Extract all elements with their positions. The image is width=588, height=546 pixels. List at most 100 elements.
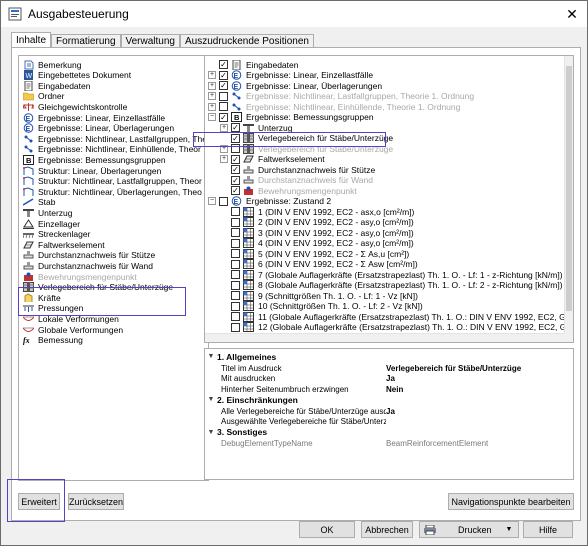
palette-item[interactable]: Ergebnisse: Nichtlinear, Lastfallgruppen… (23, 133, 208, 144)
palette-item[interactable]: Pressungen (23, 303, 83, 314)
palette-item[interactable]: Struktur: Nichtlinear, Überlagerungen, T… (23, 186, 202, 197)
expand-icon[interactable]: + (220, 144, 228, 153)
palette-item[interactable]: Durchstanznachweis für Wand (23, 260, 153, 271)
tree-checkbox[interactable]: ✓ (219, 70, 228, 80)
expand-icon[interactable]: + (208, 71, 216, 79)
palette-item[interactable]: W Eingebettetes Dokument (23, 70, 131, 81)
tab-auszudruckende-positionen[interactable]: Auszudruckende Positionen (179, 34, 314, 48)
tree-item[interactable]: ✓ Durchstanznachweis für Wand (220, 175, 373, 186)
tree-vscrollbar[interactable] (564, 56, 573, 334)
palette-item[interactable]: Streckenlager (22, 229, 90, 240)
tree-item[interactable]: 12 (Globale Auflagerkräfte (Ersatzstrape… (220, 322, 573, 333)
tree-checkbox[interactable] (231, 228, 240, 237)
palette-item[interactable]: Lokale Verformungen (22, 313, 119, 324)
property-value[interactable]: BeamReinforcementElement (386, 439, 488, 448)
tree-checkbox[interactable] (219, 102, 228, 111)
palette-item[interactable]: Gleichgewichtskontrolle (22, 101, 127, 112)
tree-checkbox[interactable] (231, 322, 240, 332)
expand-icon[interactable]: + (208, 92, 216, 100)
property-row[interactable]: Titel im Ausdruck Verlegebereich für Stäb… (221, 363, 573, 374)
hilfe-button[interactable]: Hilfe (523, 521, 573, 538)
tree-checkbox[interactable]: ✓ (231, 165, 240, 174)
tree-checkbox[interactable] (231, 238, 240, 248)
tree-checkbox[interactable]: ✓ (231, 186, 240, 195)
palette-item[interactable]: Verlegebereich für Stäbe/Unterzüge (23, 282, 173, 293)
zuruecksetzen-button[interactable]: Zurücksetzen (68, 493, 124, 510)
tree-checkbox[interactable]: ✓ (219, 81, 228, 90)
tab-verwaltung[interactable]: Verwaltung (120, 34, 180, 48)
expand-icon[interactable]: + (208, 81, 216, 90)
dropdown-arrow-icon[interactable]: ▼ (506, 526, 513, 533)
tree-item[interactable]: − E Ergebnisse: Zustand 2 (208, 196, 331, 207)
tree-checkbox[interactable]: ✓ (219, 60, 228, 69)
expand-icon[interactable]: + (220, 155, 228, 163)
tree-checkbox[interactable] (231, 301, 240, 311)
tree-checkbox[interactable] (231, 217, 240, 227)
expand-icon[interactable]: + (220, 123, 228, 132)
ok-button[interactable]: OK (299, 521, 355, 538)
palette-item[interactable]: Ergebnisse: Nichtlinear, Einhüllende, Th… (23, 144, 201, 155)
palette-item[interactable]: fx Bemessung (23, 335, 83, 346)
tree-item[interactable]: 2 (DIN V ENV 1992, EC2 - asy,o [cm²/m]) (220, 217, 414, 228)
tree-checkbox[interactable]: ✓ (231, 133, 240, 143)
tree-checkbox[interactable]: ✓ (231, 123, 240, 132)
tree-checkbox[interactable]: ✓ (231, 175, 240, 185)
collapse-icon[interactable]: ▼ (205, 353, 217, 360)
navigation-points-button[interactable]: Navigationspunkte bearbeiten (448, 493, 574, 510)
collapse-icon[interactable]: ▼ (205, 396, 217, 403)
tree-item[interactable]: 3 (DIN V ENV 1992, EC2 - asy,o [cm²/m]) (220, 227, 414, 238)
palette-item[interactable]: E Ergebnisse: Linear, Überlagerungen (23, 123, 174, 134)
tree-item[interactable]: − ✓ B Ergebnisse: Bemessungsgruppen (208, 112, 374, 123)
property-row[interactable]: Mit ausdrucken Ja (221, 373, 573, 384)
tree-item[interactable]: + Ergebnisse: Nichtlinear, Lastfallgruppe… (208, 91, 474, 102)
tree-item[interactable]: 8 (Globale Auflagerkräfte (Ersatzstrapez… (220, 280, 563, 291)
palette-item[interactable]: Bewehrungsmengenpunkt (23, 271, 137, 282)
tree-checkbox[interactable] (231, 280, 240, 290)
expand-icon[interactable]: + (208, 102, 216, 111)
tab-formatierung[interactable]: Formatierung (51, 34, 121, 48)
tree-item[interactable]: 5 (DIN V ENV 1992, EC2 - Σ As,u [cm²]) (220, 248, 409, 259)
tree-checkbox[interactable] (231, 259, 240, 269)
tree-item[interactable]: ✓ Durchstanznachweis für Stütze (220, 164, 375, 175)
tab-inhalte[interactable]: Inhalte (11, 32, 52, 48)
tree-item[interactable]: 1 (DIN V ENV 1992, EC2 - asx,o [cm²/m]) (220, 206, 414, 217)
palette-item[interactable]: Bemerkung (23, 59, 81, 70)
tree-item[interactable]: 6 (DIN V ENV 1992, EC2 - Σ Asw [cm²/m]) (220, 259, 418, 270)
property-value[interactable]: Ja (386, 374, 395, 383)
collapse-icon[interactable]: − (208, 113, 216, 121)
tree-checkbox[interactable] (231, 270, 240, 279)
tree-item[interactable]: + ✓ Faltwerkselement (220, 154, 325, 165)
tree-checkbox[interactable]: ✓ (219, 112, 228, 122)
tree-item[interactable]: 7 (Globale Auflagerkräfte (Ersatzstrapez… (220, 269, 563, 280)
collapse-icon[interactable]: ▼ (205, 429, 217, 436)
tree-scroll-thumb[interactable] (566, 66, 572, 311)
tree-checkbox[interactable] (231, 312, 240, 321)
palette-item[interactable]: Stab (22, 197, 56, 208)
property-value[interactable]: Verlegebereich für Stäbe/Unterzüge (386, 364, 521, 373)
erweitert-button[interactable]: Erweitert (18, 493, 60, 510)
palette-item[interactable]: B Ergebnisse: Bemessungsgruppen (23, 154, 166, 165)
property-group-header[interactable]: ▼ 2. Einschränkungen (205, 394, 573, 405)
tree-item[interactable]: ✓ Eingabedaten (208, 59, 298, 70)
palette-item[interactable]: E Ergebnisse: Linear, Einzellastfälle (23, 112, 165, 123)
property-value[interactable]: Ja (386, 407, 395, 416)
palette-item[interactable]: Struktur: Linear, Überlagerungen (23, 165, 161, 176)
collapse-icon[interactable]: − (208, 197, 216, 205)
tree-item[interactable]: + Ergebnisse: Nichtlinear, Einhüllende, T… (208, 101, 460, 112)
property-value[interactable]: Nein (386, 385, 403, 394)
tree-checkbox[interactable] (219, 91, 228, 101)
tree-checkbox[interactable] (231, 249, 240, 258)
tree-item[interactable]: + ✓ E Ergebnisse: Linear, Überlagerungen (208, 80, 382, 91)
tree-item[interactable]: + Verlegebereich für Stäbe/Unterzüge (220, 143, 393, 154)
property-row[interactable]: Ausgewählte Verlegebereiche für Stäbe/Un… (221, 416, 573, 427)
property-row[interactable]: DebugElementTypeName BeamReinforcementEle… (221, 438, 573, 449)
palette-item[interactable]: Durchstanznachweis für Stütze (23, 250, 155, 261)
tree-hscrollbar[interactable] (205, 333, 573, 342)
tree-checkbox[interactable] (231, 144, 240, 153)
drucken-button[interactable]: Drucken ▼ (419, 521, 519, 538)
tree-item[interactable]: 4 (DIN V ENV 1992, EC2 - asy,o [cm²/m]) (220, 238, 414, 249)
palette-item[interactable]: Eingabedaten (23, 80, 90, 92)
tree-item[interactable]: 11 (Globale Auflagerkräfte (Ersatzstrape… (220, 311, 573, 322)
close-icon[interactable]: ✕ (561, 4, 583, 24)
palette-item[interactable]: Kräfte (23, 292, 61, 303)
